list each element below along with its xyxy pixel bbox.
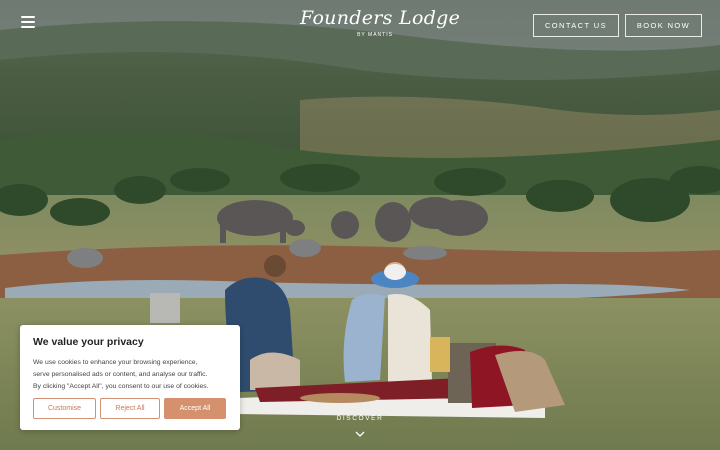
- discover-label[interactable]: DISCOVER: [330, 415, 390, 422]
- contact-us-button[interactable]: CONTACT US: [533, 14, 619, 37]
- logo-subtitle: BY MANTIS: [357, 32, 393, 38]
- cookie-text-line: serve personalised ads or content, and a…: [33, 371, 208, 378]
- cookie-text-line: By clicking "Accept All", you consent to…: [33, 383, 209, 390]
- logo-wordmark: Founders Lodge: [300, 7, 461, 29]
- site-header: Founders Lodge BY MANTIS CONTACT US BOOK…: [0, 0, 720, 50]
- cookie-banner-title: We value your privacy: [33, 336, 144, 348]
- cookie-consent-banner: We value your privacy We use cookies to …: [20, 325, 240, 430]
- cookie-button-row: Customise Reject All Accept All: [33, 398, 226, 419]
- cookie-text-line: We use cookies to enhance your browsing …: [33, 359, 198, 366]
- accept-all-button[interactable]: Accept All: [164, 398, 226, 419]
- reject-all-button[interactable]: Reject All: [100, 398, 160, 419]
- book-now-button[interactable]: BOOK NOW: [625, 14, 702, 37]
- site-logo[interactable]: Founders Lodge BY MANTIS: [300, 6, 461, 46]
- cookie-banner-text: We use cookies to enhance your browsing …: [33, 357, 227, 393]
- hamburger-menu-icon[interactable]: [21, 16, 35, 28]
- chevron-down-icon[interactable]: [355, 430, 365, 438]
- customise-button[interactable]: Customise: [33, 398, 96, 419]
